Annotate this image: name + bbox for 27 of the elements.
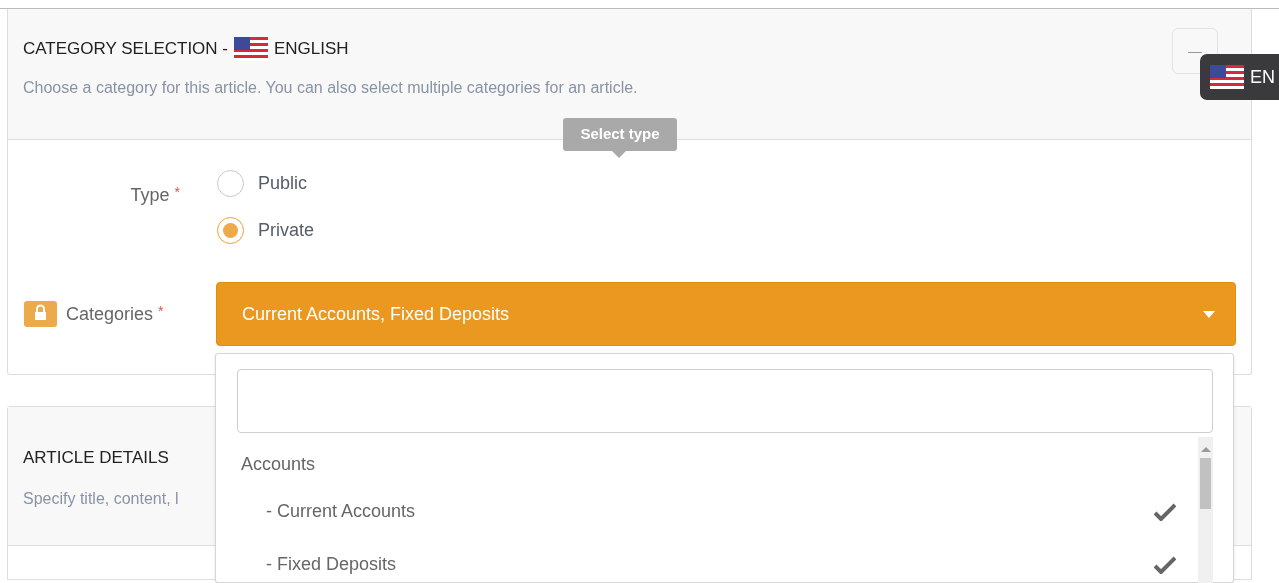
radio-label: Private <box>258 219 315 242</box>
flag-icon <box>1210 65 1244 89</box>
flag-icon <box>234 36 268 61</box>
dropdown-option[interactable]: - Current Accounts <box>216 485 1198 538</box>
scroll-up-icon[interactable] <box>1200 447 1211 452</box>
panel-title: CATEGORY SELECTION - <box>23 38 228 60</box>
panel-title-language: ENGLISH <box>274 38 349 60</box>
radio-label: Public <box>258 172 308 195</box>
radio-button[interactable] <box>217 217 244 244</box>
required-mark: * <box>158 301 164 321</box>
panel-description: Specify title, content, l <box>23 488 179 509</box>
field-label: Categories <box>66 302 154 326</box>
scrollbar[interactable] <box>1198 437 1213 583</box>
tooltip-arrow <box>612 151 626 158</box>
tooltip: Select type <box>563 118 677 151</box>
field-label: Type <box>130 184 170 207</box>
panel-title: ARTICLE DETAILS <box>23 447 169 469</box>
search-field[interactable] <box>237 369 1213 433</box>
language-badge[interactable]: EN <box>1200 54 1279 100</box>
required-mark: * <box>174 183 180 202</box>
lock-icon <box>24 301 57 327</box>
caret-icon <box>1203 310 1215 318</box>
option-group-label: Accounts <box>240 452 317 476</box>
dropdown-option[interactable]: - Fixed Deposits <box>216 538 1198 583</box>
panel-description: Choose a category for this article. You can also select multiple categories for an article. <box>23 77 638 98</box>
scrollbar-thumb[interactable] <box>1200 458 1211 509</box>
radio-button[interactable] <box>217 170 244 197</box>
